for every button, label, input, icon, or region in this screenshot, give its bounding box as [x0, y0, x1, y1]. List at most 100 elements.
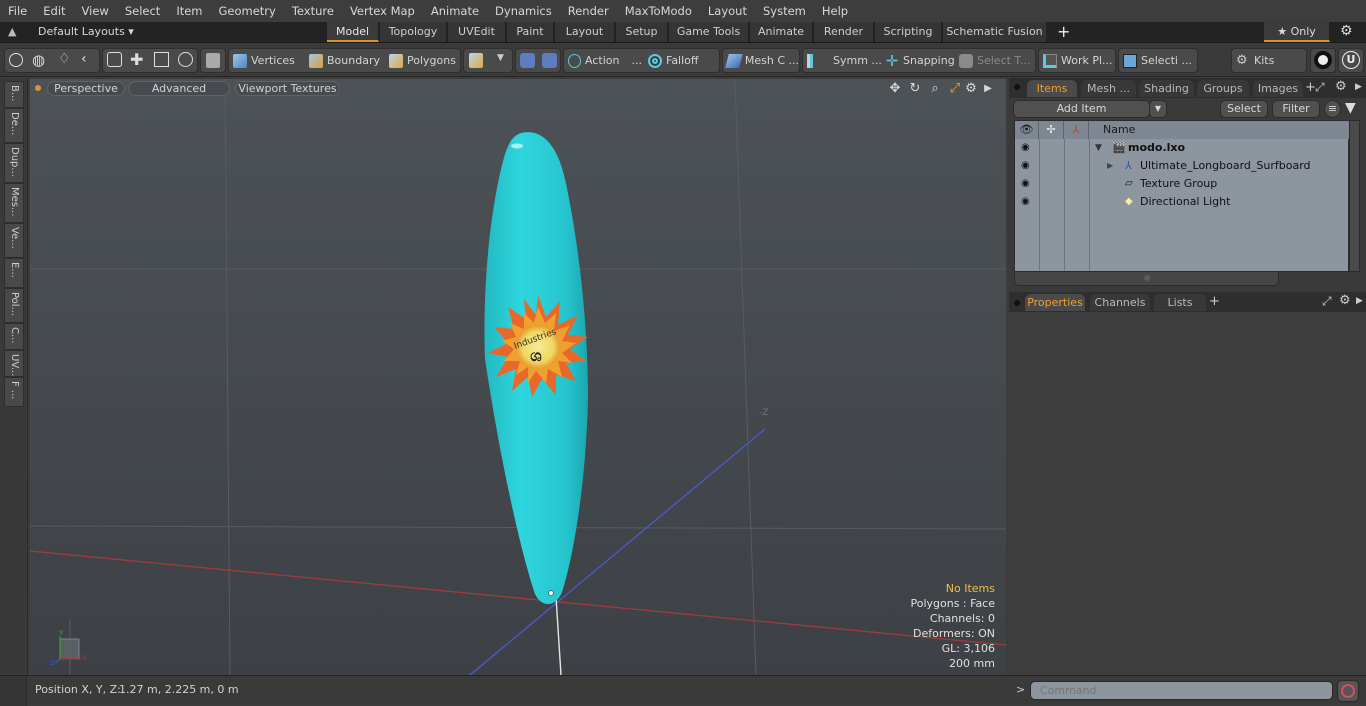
tab-model[interactable]: Model — [327, 22, 379, 42]
tab-items[interactable]: Items — [1027, 80, 1077, 97]
list-options-icon[interactable]: ≡ — [1324, 100, 1341, 118]
unity-button[interactable] — [1310, 48, 1336, 73]
tab-properties[interactable]: Properties — [1025, 294, 1085, 311]
item-row-light[interactable]: ◉ ◆ Directional Light — [1015, 193, 1348, 211]
cross-shape-icon[interactable]: ✚ — [130, 50, 143, 69]
boundary-button[interactable]: Boundary — [309, 49, 385, 72]
vtab-mesh-edit[interactable]: Mes... — [4, 183, 24, 223]
kits-button[interactable]: ⚙ Kits — [1236, 49, 1306, 72]
visibility-eye-icon[interactable]: ◉ — [1021, 157, 1030, 175]
menu-help[interactable]: Help — [814, 0, 856, 22]
add-item-dropdown-icon[interactable]: ▼ — [1149, 100, 1167, 118]
add-properties-tab-button[interactable]: + — [1209, 294, 1220, 309]
tab-channels[interactable]: Channels — [1090, 294, 1150, 311]
menu-layout[interactable]: Layout — [700, 0, 755, 22]
menu-file[interactable]: File — [0, 0, 35, 22]
item-row-mesh[interactable]: ◉ ▶ ⅄ Ultimate_Longboard_Surfboard — [1015, 157, 1348, 175]
lasso-icon[interactable]: ‹ — [81, 51, 87, 67]
menu-select[interactable]: Select — [117, 0, 168, 22]
unreal-button[interactable]: U — [1338, 48, 1364, 73]
work-plane-button[interactable]: Work Pl... — [1043, 49, 1115, 72]
menu-texture[interactable]: Texture — [284, 0, 342, 22]
tab-scripting[interactable]: Scripting — [875, 22, 942, 42]
mesh-constraint-button[interactable]: Mesh C ... — [725, 49, 799, 72]
item-list-scrollbar[interactable] — [1349, 120, 1360, 272]
layout-up-arrow-icon[interactable]: ▲ — [8, 25, 16, 38]
frame-icon[interactable] — [154, 52, 169, 67]
vtab-deform[interactable]: De... — [4, 108, 24, 143]
tab-setup[interactable]: Setup — [616, 22, 668, 42]
layout-settings-gear-icon[interactable]: ⚙ — [1340, 23, 1353, 39]
material-cube-icon[interactable] — [469, 53, 483, 68]
pivot-icon[interactable] — [520, 53, 535, 68]
menu-edit[interactable]: Edit — [35, 0, 73, 22]
menu-item[interactable]: Item — [168, 0, 210, 22]
material-dropdown-icon[interactable]: ▼ — [497, 53, 504, 63]
menu-vertex-map[interactable]: Vertex Map — [342, 0, 423, 22]
item-pivot-handle[interactable] — [548, 590, 554, 596]
item-list-resize-handle[interactable] — [1014, 272, 1279, 286]
menu-render[interactable]: Render — [560, 0, 617, 22]
rotate-view-icon[interactable]: ↻ — [907, 81, 923, 97]
zoom-view-icon[interactable]: ⌕ — [927, 81, 943, 97]
vtab-edge[interactable]: E... — [4, 258, 24, 288]
filter-funnel-icon[interactable]: ▼ — [1345, 100, 1356, 116]
items-panel-gear-icon[interactable]: ⚙ — [1335, 79, 1347, 94]
items-panel-arrow-icon[interactable]: ▶ — [1355, 82, 1362, 92]
advanced-button[interactable]: Advanced — [128, 81, 230, 96]
vtab-uv[interactable]: UV... — [4, 350, 24, 377]
tab-layout[interactable]: Layout — [555, 22, 615, 42]
pen-tool-icon[interactable]: ♢ — [58, 51, 71, 67]
collapse-triangle-icon[interactable]: ▼ — [1095, 139, 1102, 157]
only-toggle[interactable]: ★ Only — [1264, 22, 1330, 42]
viewport-textures-button[interactable]: Viewport Textures — [235, 81, 340, 96]
snapping-button[interactable]: ✛ Snapping — [885, 49, 955, 72]
visibility-eye-icon[interactable]: ◉ — [1021, 139, 1030, 157]
visibility-eye-icon[interactable]: ◉ — [1021, 193, 1030, 211]
maximize-viewport-icon[interactable]: ⤢ — [947, 81, 963, 97]
select-button[interactable]: Select — [1220, 100, 1268, 118]
selection-sets-button[interactable]: Selecti ... — [1123, 49, 1197, 72]
command-input[interactable] — [1030, 681, 1333, 700]
select-through-button[interactable]: Select T... — [959, 49, 1035, 72]
lock-column-icon[interactable]: ✢ — [1039, 121, 1064, 139]
polygons-button[interactable]: Polygons — [389, 49, 459, 72]
pan-move-icon[interactable]: ✥ — [887, 81, 903, 97]
expand-properties-icon[interactable]: ⤢ — [1322, 294, 1332, 309]
viewport-settings-gear-icon[interactable]: ⚙ — [963, 81, 979, 97]
menu-animate[interactable]: Animate — [423, 0, 487, 22]
layouts-dropdown[interactable]: Default Layouts ▾ — [38, 25, 134, 38]
type-column-axis-icon[interactable]: ⅄ — [1064, 121, 1089, 139]
vtab-fusion[interactable]: F ... — [4, 377, 24, 407]
tab-groups[interactable]: Groups — [1197, 80, 1249, 97]
tab-animate[interactable]: Animate — [750, 22, 813, 42]
viewport-menu-arrow-icon[interactable]: ▶ — [980, 81, 996, 97]
falloff-button[interactable]: Falloff — [648, 49, 718, 72]
menu-system[interactable]: System — [755, 0, 814, 22]
add-tab-button[interactable]: + — [1057, 22, 1070, 42]
item-row-texture-group[interactable]: ◉ ▱ Texture Group — [1015, 175, 1348, 193]
visibility-eye-icon[interactable]: ◉ — [1021, 175, 1030, 193]
tab-images[interactable]: Images — [1253, 80, 1303, 97]
command-record-button[interactable] — [1337, 680, 1359, 702]
menu-geometry[interactable]: Geometry — [211, 0, 284, 22]
vtab-basic[interactable]: B... — [4, 81, 24, 108]
visibility-column-eye-icon[interactable]: 👁 — [1015, 121, 1039, 139]
vtab-curve[interactable]: C... — [4, 323, 24, 350]
filter-button[interactable]: Filter — [1272, 100, 1320, 118]
menu-dynamics[interactable]: Dynamics — [487, 0, 560, 22]
perspective-button[interactable]: Perspective — [47, 81, 125, 96]
center-icon[interactable] — [542, 53, 557, 68]
stack-icon[interactable] — [107, 52, 122, 67]
tab-lists[interactable]: Lists — [1154, 294, 1206, 311]
properties-arrow-icon[interactable]: ▶ — [1356, 296, 1363, 306]
clock-icon[interactable] — [178, 52, 193, 67]
add-item-button[interactable]: Add Item — [1013, 100, 1150, 118]
tab-mesh[interactable]: Mesh ... — [1081, 80, 1136, 97]
globe-icon[interactable]: ◍ — [32, 51, 45, 69]
circle-select-icon[interactable] — [9, 53, 23, 67]
tab-paint[interactable]: Paint — [507, 22, 554, 42]
menu-view[interactable]: View — [74, 0, 117, 22]
expand-panel-icon[interactable]: ⤢ — [1315, 80, 1325, 95]
tab-render[interactable]: Render — [814, 22, 874, 42]
